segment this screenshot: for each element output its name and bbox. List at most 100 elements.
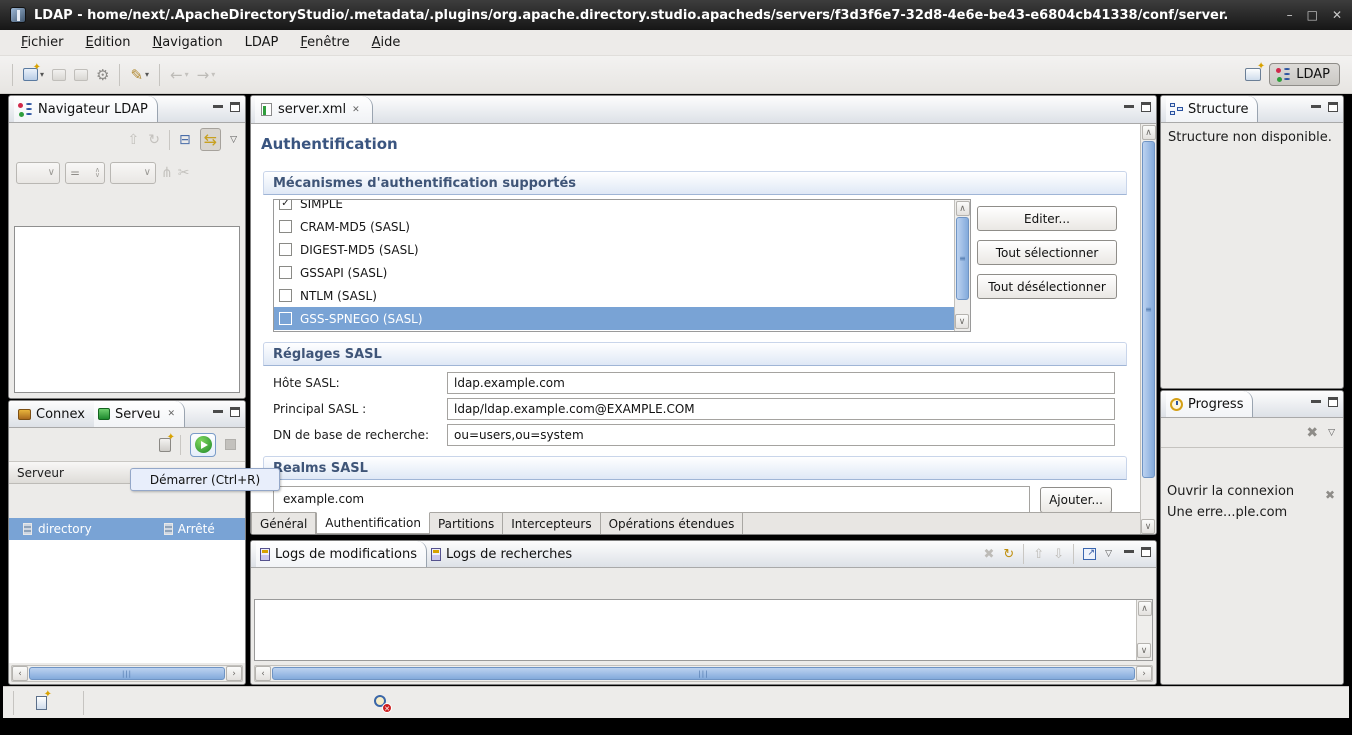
scroll-right-button[interactable]: › bbox=[226, 666, 242, 681]
up-level-icon[interactable]: ⇧ bbox=[127, 132, 139, 148]
close-tab-icon[interactable]: ✕ bbox=[168, 409, 176, 419]
scrollbar-thumb[interactable]: ≡ bbox=[1142, 141, 1155, 478]
new-server-icon[interactable] bbox=[159, 438, 171, 452]
scroll-down-button[interactable]: ∨ bbox=[955, 314, 969, 329]
realm-row[interactable]: example.com bbox=[274, 487, 1029, 511]
mechanism-row[interactable]: CRAM-MD5 (SASL) bbox=[274, 215, 970, 238]
link-with-editor-toggle[interactable]: ⇆ bbox=[200, 128, 221, 151]
clear-filter-icon[interactable]: ✂ bbox=[178, 165, 190, 181]
cancel-job-icon[interactable]: ✖ bbox=[1325, 488, 1335, 502]
ldap-perspective-button[interactable]: LDAP bbox=[1269, 63, 1340, 86]
close-window-button[interactable]: ✕ bbox=[1332, 8, 1342, 22]
tab-navigateur-ldap[interactable]: Navigateur LDAP bbox=[14, 96, 158, 122]
checkbox[interactable] bbox=[279, 243, 292, 256]
logs-text-area[interactable]: ∧ ∨ bbox=[254, 599, 1153, 661]
older-page-icon[interactable]: ⇧ bbox=[1033, 547, 1044, 562]
page-tab-general[interactable]: Général bbox=[251, 513, 316, 534]
scrollbar-thumb[interactable]: ||| bbox=[272, 667, 1135, 680]
refresh-icon[interactable]: ↻ bbox=[148, 132, 160, 148]
scrollbar-thumb[interactable]: ||| bbox=[29, 667, 225, 680]
maximize-view-icon[interactable] bbox=[230, 407, 240, 417]
remove-all-terminated-icon[interactable]: ✖ bbox=[1306, 425, 1318, 441]
scroll-left-button[interactable]: ‹ bbox=[255, 666, 271, 681]
page-tab-authentification[interactable]: Authentification bbox=[316, 512, 430, 534]
tab-progress[interactable]: Progress bbox=[1166, 391, 1253, 417]
mechanism-row[interactable]: GSSAPI (SASL) bbox=[274, 261, 970, 284]
forward-button[interactable]: → ▾ bbox=[193, 63, 220, 87]
status-new-item-icon[interactable] bbox=[36, 696, 47, 710]
scroll-left-button[interactable]: ‹ bbox=[12, 666, 28, 681]
maximize-view-icon[interactable] bbox=[1328, 397, 1338, 407]
new-wizard-button[interactable]: ▾ bbox=[19, 65, 48, 84]
scroll-up-button[interactable]: ∧ bbox=[1142, 125, 1156, 140]
maximize-view-icon[interactable] bbox=[1328, 102, 1338, 112]
realms-list[interactable]: example.com bbox=[273, 486, 1030, 514]
minimize-editor-icon[interactable] bbox=[1124, 105, 1134, 109]
quick-filter-operator-combo[interactable]: =∧∨ bbox=[65, 162, 105, 184]
quick-filter-value-combo[interactable]: ∨ bbox=[110, 162, 156, 184]
scroll-up-button[interactable]: ∧ bbox=[1138, 601, 1152, 616]
maximize-window-button[interactable]: □ bbox=[1307, 8, 1318, 22]
add-realm-button[interactable]: Ajouter... bbox=[1040, 487, 1112, 513]
maximize-editor-icon[interactable] bbox=[1141, 102, 1151, 112]
maximize-view-icon[interactable] bbox=[230, 102, 240, 112]
page-tab-partitions[interactable]: Partitions bbox=[430, 513, 503, 534]
checkbox[interactable] bbox=[279, 289, 292, 302]
save-button[interactable] bbox=[48, 66, 70, 84]
minimize-view-icon[interactable] bbox=[213, 410, 223, 414]
server-row-directory[interactable]: directory Arrêté bbox=[9, 518, 245, 540]
mechanisms-list[interactable]: ✓SIMPLE CRAM-MD5 (SASL) DIGEST-MD5 (SASL… bbox=[273, 199, 971, 332]
scroll-right-button[interactable]: › bbox=[1136, 666, 1152, 681]
checkbox[interactable]: ✓ bbox=[279, 199, 292, 210]
mechanism-row[interactable]: ✓SIMPLE bbox=[274, 199, 970, 215]
tab-serveurs[interactable]: Serveu ✕ bbox=[94, 401, 185, 427]
scroll-down-button[interactable]: ∨ bbox=[1141, 519, 1155, 534]
mechanisms-scrollbar[interactable]: ∧ ≡ ∨ bbox=[954, 200, 970, 331]
checkbox[interactable] bbox=[279, 266, 292, 279]
scroll-up-button[interactable]: ∧ bbox=[956, 201, 970, 216]
mechanism-row-selected[interactable]: GSS-SPNEGO (SASL) bbox=[274, 307, 970, 330]
scrollbar-thumb[interactable]: ≡ bbox=[956, 217, 969, 300]
refresh-icon[interactable]: ↻ bbox=[1003, 547, 1014, 562]
open-perspective-button[interactable] bbox=[1245, 68, 1261, 81]
deselect-all-button[interactable]: Tout désélectionner bbox=[977, 274, 1117, 299]
tab-logs-recherches[interactable]: Logs de recherches bbox=[427, 541, 581, 567]
sasl-host-input[interactable] bbox=[447, 372, 1115, 394]
tab-connexions[interactable]: Connex bbox=[14, 401, 94, 427]
hierarchy-filter-icon[interactable]: ⋔ bbox=[161, 165, 173, 181]
menu-navigation[interactable]: Navigation bbox=[141, 32, 233, 53]
maximize-view-icon[interactable] bbox=[1141, 547, 1151, 557]
minimize-view-icon[interactable] bbox=[1124, 550, 1134, 554]
page-tab-operations-etendues[interactable]: Opérations étendues bbox=[601, 513, 744, 534]
clear-logs-icon[interactable]: ✖ bbox=[983, 547, 994, 562]
quick-filter-attribute-combo[interactable]: ∨ bbox=[16, 162, 60, 184]
external-tools-button[interactable]: ⚙ bbox=[92, 63, 113, 87]
servers-horizontal-scrollbar[interactable]: ‹ ||| › bbox=[11, 665, 243, 682]
logs-horizontal-scrollbar[interactable]: ‹ ||| › bbox=[254, 665, 1153, 682]
minimize-window-button[interactable]: – bbox=[1287, 8, 1293, 22]
close-tab-icon[interactable]: ✕ bbox=[352, 105, 360, 115]
menu-fenetre[interactable]: Fenêtre bbox=[289, 32, 360, 53]
back-button[interactable]: ← ▾ bbox=[166, 63, 193, 87]
chevron-down-icon[interactable]: ▾ bbox=[145, 70, 149, 79]
ldap-browser-tree[interactable] bbox=[14, 226, 240, 393]
export-icon[interactable]: ↗ bbox=[1083, 548, 1096, 560]
menu-ldap[interactable]: LDAP bbox=[234, 32, 290, 53]
menu-edition[interactable]: Edition bbox=[75, 32, 142, 53]
minimize-view-icon[interactable] bbox=[1311, 105, 1321, 109]
checkbox[interactable] bbox=[279, 220, 292, 233]
background-job-error-icon[interactable]: ✕ bbox=[374, 695, 389, 710]
checkbox[interactable] bbox=[279, 312, 292, 325]
mechanism-row[interactable]: DIGEST-MD5 (SASL) bbox=[274, 238, 970, 261]
view-menu-icon[interactable]: ▽ bbox=[1105, 549, 1112, 559]
search-base-dn-input[interactable] bbox=[447, 424, 1115, 446]
minimize-view-icon[interactable] bbox=[213, 105, 223, 109]
minimize-view-icon[interactable] bbox=[1311, 400, 1321, 404]
logs-vertical-scrollbar[interactable]: ∧ ∨ bbox=[1136, 600, 1152, 660]
mechanism-row[interactable]: NTLM (SASL) bbox=[274, 284, 970, 307]
select-all-button[interactable]: Tout sélectionner bbox=[977, 240, 1117, 265]
collapse-all-icon[interactable]: ⊟ bbox=[179, 132, 191, 148]
edit-button[interactable]: Editer... bbox=[977, 206, 1117, 231]
annotation-button[interactable]: ✎ ▾ bbox=[126, 63, 153, 87]
tab-structure[interactable]: Structure bbox=[1166, 96, 1258, 122]
